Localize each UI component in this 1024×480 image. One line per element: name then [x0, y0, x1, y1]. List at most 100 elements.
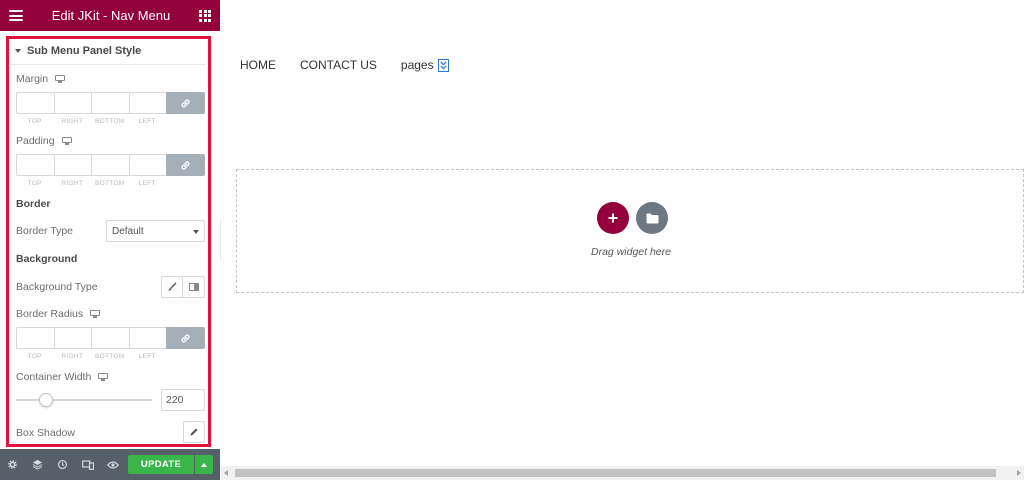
history-icon[interactable]	[50, 449, 75, 480]
container-width-label: Container Width	[16, 371, 109, 383]
widget-drop-zone[interactable]	[236, 169, 1024, 293]
side-label: BOTTOM	[95, 353, 125, 360]
side-label: TOP	[27, 353, 42, 360]
radius-top-input[interactable]	[16, 327, 54, 349]
section-divider	[10, 64, 206, 65]
container-width-input[interactable]: 220	[161, 389, 205, 411]
scrollbar-thumb[interactable]	[235, 469, 996, 477]
side-label: LEFT	[138, 118, 156, 125]
nav-item-pages[interactable]: pages	[401, 58, 449, 72]
desktop-icon[interactable]	[90, 310, 101, 318]
scroll-right-arrow[interactable]	[1017, 470, 1021, 476]
margin-bottom-input[interactable]	[91, 92, 129, 114]
side-label: RIGHT	[61, 180, 84, 187]
link-values-button[interactable]	[166, 154, 205, 176]
slider-handle[interactable]	[38, 393, 53, 407]
background-type-label: Background Type	[16, 281, 98, 293]
grid-icon[interactable]	[199, 9, 211, 22]
side-label: RIGHT	[61, 353, 84, 360]
pencil-icon	[190, 428, 198, 436]
history-icon-glyph	[57, 459, 68, 470]
responsive-icon[interactable]	[75, 449, 100, 480]
border-radius-label: Border Radius	[16, 308, 101, 320]
nav-item-home[interactable]: HOME	[240, 58, 276, 72]
folder-icon	[646, 213, 658, 223]
link-values-button[interactable]	[166, 92, 205, 114]
desktop-icon[interactable]	[98, 373, 109, 381]
margin-label: Margin	[16, 73, 66, 85]
border-type-select[interactable]: Default	[106, 220, 205, 242]
update-options-button[interactable]	[195, 455, 213, 474]
drag-widget-hint: Drag widget here	[591, 246, 671, 258]
radius-bottom-input[interactable]	[91, 327, 129, 349]
gradient-icon-glyph	[188, 283, 199, 291]
side-label: LEFT	[138, 180, 156, 187]
panel-header: Edit JKit - Nav Menu	[0, 0, 220, 31]
gear-icon[interactable]	[0, 449, 25, 480]
section-title: Sub Menu Panel Style	[27, 45, 142, 57]
link-icon	[181, 333, 190, 343]
padding-label: Padding	[16, 135, 72, 147]
border-type-label: Border Type	[16, 225, 74, 237]
caret-up-icon	[201, 462, 207, 467]
margin-right-input[interactable]	[53, 92, 91, 114]
double-chevron-down-icon[interactable]	[437, 58, 449, 72]
radius-right-input[interactable]	[53, 327, 91, 349]
border-type-value: Default	[112, 225, 144, 237]
add-section-button[interactable]	[597, 202, 629, 234]
side-label: RIGHT	[61, 118, 84, 125]
brush-icon[interactable]	[162, 277, 184, 297]
margin-label-text: Margin	[16, 73, 49, 85]
eye-icon[interactable]	[100, 449, 125, 480]
editor-panel: Edit JKit - Nav Menu Sub Menu Panel Styl…	[0, 0, 220, 480]
side-label: BOTTOM	[95, 118, 125, 125]
container-width-label-text: Container Width	[16, 371, 92, 383]
gear-icon-glyph	[8, 460, 17, 469]
desktop-icon[interactable]	[55, 75, 66, 83]
nav-menu: HOME CONTACT US pages	[240, 58, 449, 72]
preview-canvas: HOME CONTACT US pages Drag widget here	[221, 0, 1024, 466]
padding-bottom-input[interactable]	[91, 154, 129, 176]
container-width-slider[interactable]	[16, 393, 152, 407]
elementor-editor: Edit JKit - Nav Menu Sub Menu Panel Styl…	[0, 0, 1024, 480]
padding-label-text: Padding	[16, 135, 55, 147]
link-values-button[interactable]	[166, 327, 205, 349]
link-icon	[181, 160, 190, 170]
padding-control	[16, 154, 205, 176]
box-shadow-edit-button[interactable]	[183, 421, 205, 443]
update-button[interactable]: UPDATE	[128, 455, 194, 474]
side-label: TOP	[27, 118, 42, 125]
hamburger-icon[interactable]	[9, 10, 23, 21]
scroll-left-arrow[interactable]	[224, 470, 228, 476]
section-toggle[interactable]: Sub Menu Panel Style	[10, 40, 206, 62]
background-heading: Background	[16, 253, 78, 265]
nav-item-pages-label: pages	[400, 58, 434, 72]
desktop-icon[interactable]	[61, 137, 72, 145]
add-template-button[interactable]	[636, 202, 668, 234]
radius-left-input[interactable]	[128, 327, 166, 349]
padding-side-labels: TOP RIGHT BOTTOM LEFT	[16, 180, 166, 187]
border-radius-label-text: Border Radius	[16, 308, 84, 320]
horizontal-scrollbar[interactable]	[221, 466, 1024, 480]
padding-left-input[interactable]	[128, 154, 166, 176]
margin-top-input[interactable]	[16, 92, 54, 114]
border-radius-control	[16, 327, 205, 349]
margin-left-input[interactable]	[128, 92, 166, 114]
plus-icon	[608, 213, 618, 223]
nav-item-contact-us[interactable]: CONTACT US	[300, 58, 377, 72]
gradient-icon[interactable]	[183, 277, 204, 297]
brush-icon-glyph	[168, 282, 177, 291]
side-label: LEFT	[138, 353, 156, 360]
side-label: TOP	[27, 180, 42, 187]
eye-icon-glyph	[106, 460, 119, 469]
responsive-icon-glyph	[81, 459, 94, 470]
slider-track	[16, 399, 152, 401]
layers-icon-glyph	[32, 459, 43, 470]
chevron-down-icon	[193, 230, 199, 234]
side-label: BOTTOM	[95, 180, 125, 187]
padding-right-input[interactable]	[53, 154, 91, 176]
box-shadow-label: Box Shadow	[16, 427, 75, 439]
border-radius-side-labels: TOP RIGHT BOTTOM LEFT	[16, 353, 166, 360]
padding-top-input[interactable]	[16, 154, 54, 176]
layers-icon[interactable]	[25, 449, 50, 480]
